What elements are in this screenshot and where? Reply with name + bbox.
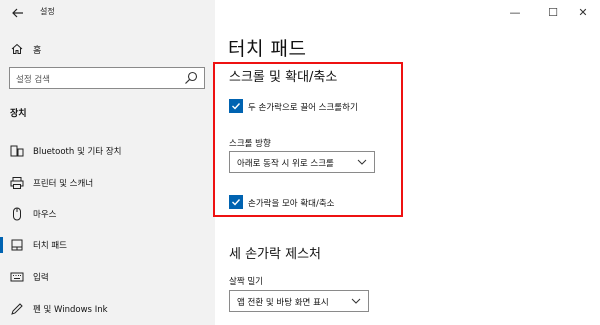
touchpad-icon: [11, 239, 23, 251]
sidebar-item-label: 프린터 및 스캐너: [33, 179, 94, 189]
sidebar-item-bluetooth[interactable]: Bluetooth 및 기타 장치: [0, 139, 215, 163]
close-button[interactable]: ✕: [566, 2, 600, 24]
pinch-zoom-label: 손가락을 모아 확대/축소: [248, 199, 335, 209]
checkbox-checked[interactable]: [229, 99, 243, 113]
back-arrow-icon: [12, 8, 23, 18]
home-icon: [11, 43, 23, 54]
mouse-icon: [13, 207, 21, 221]
printer-icon: [10, 177, 24, 189]
search-icon[interactable]: [183, 70, 199, 86]
scroll-direction-value: 아래로 동작 시 위로 스크롤: [237, 159, 334, 169]
minimize-button[interactable]: —: [498, 2, 532, 24]
check-icon: [232, 103, 241, 110]
swipe-select[interactable]: 앱 전환 및 바탕 화면 표시: [229, 290, 369, 312]
app-title: 설정: [40, 7, 55, 16]
checkbox-checked[interactable]: [229, 195, 243, 209]
sidebar-item-label: 터치 패드: [33, 241, 67, 251]
search-input[interactable]: 설정 검색: [9, 67, 205, 89]
sidebar-item-label: 입력: [33, 273, 49, 283]
three-finger-heading: 세 손가락 제스처: [229, 247, 321, 262]
chevron-down-icon: [357, 159, 367, 165]
maximize-icon: ☐: [548, 6, 558, 19]
back-button[interactable]: [8, 4, 28, 22]
sidebar-item-printers[interactable]: 프린터 및 스캐너: [0, 171, 215, 195]
nav-home[interactable]: 홈: [0, 38, 215, 60]
chevron-down-icon: [351, 298, 361, 304]
sidebar-item-label: 펜 및 Windows Ink: [33, 305, 108, 315]
sidebar-item-typing[interactable]: 입력: [0, 265, 215, 289]
search-placeholder: 설정 검색: [16, 75, 50, 85]
scroll-direction-label: 스크롤 방향: [229, 139, 271, 149]
keyboard-icon: [10, 272, 24, 282]
sidebar-item-mouse[interactable]: 마우스: [0, 202, 215, 226]
close-icon: ✕: [578, 6, 588, 19]
page-title: 터치 패드: [228, 38, 307, 60]
bluetooth-devices-icon: [10, 145, 24, 157]
sidebar-item-touchpad[interactable]: 터치 패드: [0, 233, 215, 257]
title-bar: 설정: [0, 0, 215, 28]
two-finger-scroll-label: 두 손가락으로 끌어 스크롤하기: [248, 103, 358, 113]
swipe-label: 살짝 밀기: [229, 277, 263, 287]
section-heading: 장치: [10, 109, 27, 119]
sidebar-item-label: 마우스: [33, 210, 57, 220]
minimize-icon: —: [509, 6, 521, 19]
pen-icon: [11, 303, 23, 315]
sidebar-item-label: Bluetooth 및 기타 장치: [33, 147, 122, 157]
sidebar: 설정 홈 설정 검색 장치 Bluetooth 및 기타 장치 프린터 및 스캐…: [0, 0, 215, 325]
scroll-zoom-heading: 스크롤 및 확대/축소: [229, 70, 338, 85]
sidebar-item-pen[interactable]: 펜 및 Windows Ink: [0, 297, 215, 321]
scroll-direction-select[interactable]: 아래로 동작 시 위로 스크롤: [229, 151, 375, 173]
maximize-button[interactable]: ☐: [536, 2, 570, 24]
nav-home-label: 홈: [33, 46, 42, 56]
check-icon: [232, 199, 241, 206]
swipe-value: 앱 전환 및 바탕 화면 표시: [237, 298, 329, 308]
